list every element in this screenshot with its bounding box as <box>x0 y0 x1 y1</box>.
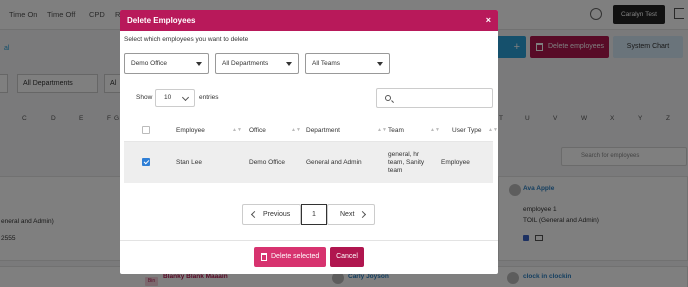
sort-icon[interactable]: ▲▼ <box>430 127 440 133</box>
sort-icon[interactable]: ▲▼ <box>232 127 242 133</box>
caret-down-icon <box>196 62 202 66</box>
modal-title: Delete Employees <box>127 16 196 25</box>
caret-down-icon <box>377 62 383 66</box>
entries-length-select[interactable]: 10 <box>155 89 195 107</box>
cancel-button[interactable]: Cancel <box>330 247 364 267</box>
pagination-previous-button[interactable]: Previous <box>242 204 301 225</box>
pagination-next-button[interactable]: Next <box>327 204 375 225</box>
header-department[interactable]: Department <box>306 127 340 134</box>
cell-office: Demo Office <box>249 159 286 166</box>
table-header: Employee ▲▼ Office ▲▼ Department ▲▼ Team… <box>124 118 498 142</box>
header-office[interactable]: Office <box>249 127 266 134</box>
close-icon[interactable]: × <box>486 15 491 25</box>
header-user-type[interactable]: User Type <box>452 127 482 134</box>
previous-label: Previous <box>263 211 291 218</box>
cell-team-line-3: team <box>388 167 403 174</box>
sort-icon[interactable]: ▲▼ <box>377 127 387 133</box>
header-team[interactable]: Team <box>388 127 404 134</box>
modal-instruction: Select which employees you want to delet… <box>124 36 249 43</box>
department-select-value: All Departments <box>222 60 269 67</box>
cell-department: General and Admin <box>306 159 362 166</box>
header-employee[interactable]: Employee <box>176 127 205 134</box>
office-select-value: Demo Office <box>131 60 168 67</box>
table-search-input[interactable] <box>376 88 493 108</box>
cell-employee: Stan Lee <box>176 159 203 166</box>
trash-icon <box>261 253 267 261</box>
sort-icon[interactable]: ▲▼ <box>291 127 301 133</box>
cell-team-line-1: general, hr <box>388 151 420 158</box>
next-label: Next <box>340 211 355 218</box>
row-checkbox[interactable] <box>142 158 150 166</box>
delete-selected-button[interactable]: Delete selected <box>254 247 326 267</box>
office-select[interactable]: Demo Office <box>124 53 209 74</box>
cell-team-line-2: team, Sanity <box>388 159 425 166</box>
sort-icon[interactable]: ▲▼ <box>488 127 498 133</box>
caret-down-icon <box>286 62 292 66</box>
modal-header: Delete Employees × <box>120 10 498 31</box>
search-icon <box>385 95 391 101</box>
delete-employees-modal: Delete Employees × Select which employee… <box>120 10 498 274</box>
entries-label: entries <box>199 94 219 101</box>
select-all-checkbox[interactable] <box>142 126 150 134</box>
chevron-down-icon <box>181 93 190 102</box>
pagination-page-1[interactable]: 1 <box>301 204 327 225</box>
entries-length-value: 10 <box>164 94 172 101</box>
department-select[interactable]: All Departments <box>215 53 299 74</box>
show-label: Show <box>136 94 153 101</box>
modal-footer-divider <box>120 240 498 241</box>
table-row[interactable]: Stan Lee Demo Office General and Admin g… <box>124 142 493 183</box>
chevron-right-icon <box>358 210 367 219</box>
cell-user-type: Employee <box>441 159 470 166</box>
delete-selected-label: Delete selected <box>271 253 320 260</box>
chevron-left-icon <box>250 210 259 219</box>
team-select[interactable]: All Teams <box>305 53 390 74</box>
team-select-value: All Teams <box>312 60 341 67</box>
